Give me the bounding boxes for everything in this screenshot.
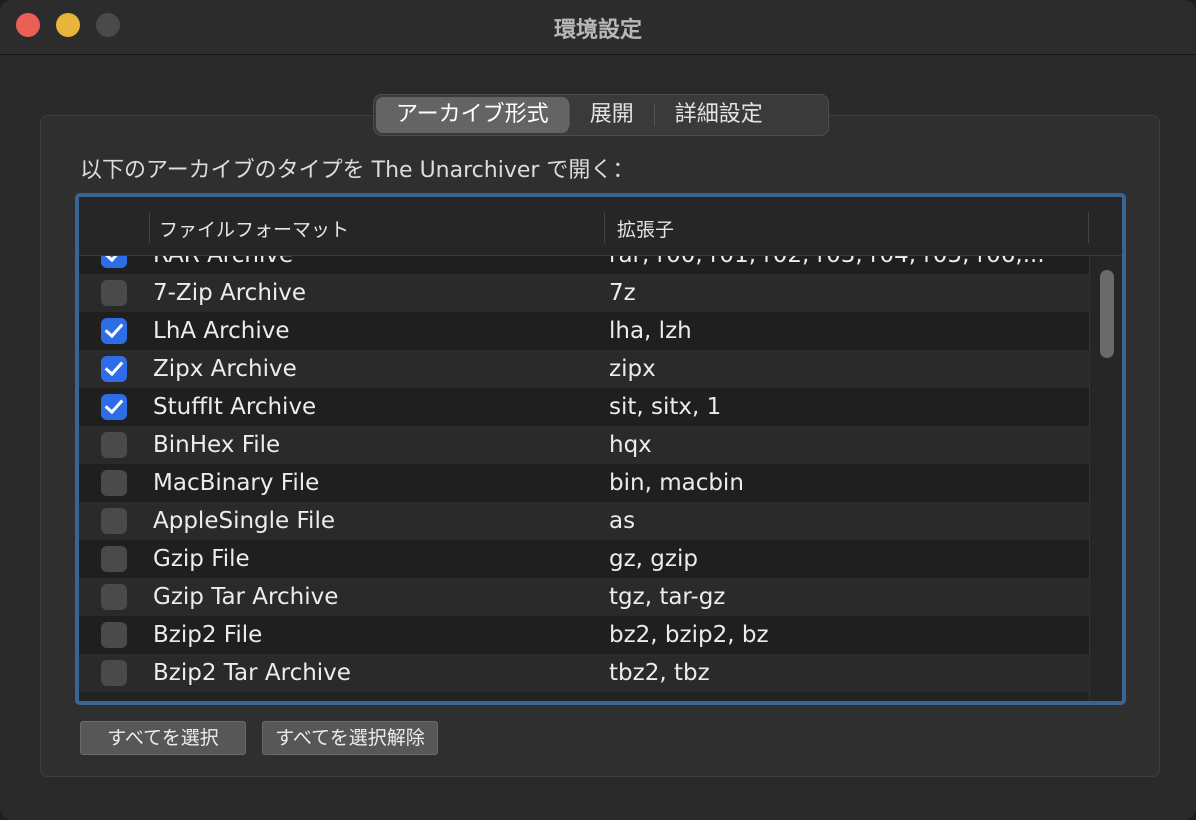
format-checkbox[interactable]	[101, 356, 127, 382]
format-checkbox[interactable]	[101, 584, 127, 610]
format-checkbox[interactable]	[101, 470, 127, 496]
table-row[interactable]: Gzip Tar Archive tgz, tar-gz	[79, 578, 1089, 616]
format-extensions: bin, macbin	[609, 470, 744, 496]
tab-extraction[interactable]: 展開	[570, 97, 654, 133]
tab-bar: アーカイブ形式 展開 詳細設定	[373, 94, 829, 136]
table-row[interactable]: AppleSingle File as	[79, 502, 1089, 540]
format-extensions: rar, r00, r01, r02, r03, r04, r05, r06,.…	[609, 256, 1069, 268]
table-row[interactable]: Gzip File gz, gzip	[79, 540, 1089, 578]
deselect-all-button[interactable]: すべてを選択解除	[262, 721, 438, 755]
column-separator	[1088, 212, 1089, 243]
preferences-window: 環境設定 アーカイブ形式 展開 詳細設定 以下のアーカイブのタイプを The U…	[0, 0, 1196, 820]
format-name: AppleSingle File	[153, 508, 335, 534]
format-extensions: gz, gzip	[609, 546, 698, 572]
column-header-format[interactable]: ファイルフォーマット	[159, 215, 349, 242]
table-row[interactable]: RAR Archive rar, r00, r01, r02, r03, r04,…	[79, 256, 1089, 274]
format-checkbox[interactable]	[101, 394, 127, 420]
format-extensions: lha, lzh	[609, 318, 692, 344]
format-checkbox[interactable]	[101, 432, 127, 458]
format-checkbox[interactable]	[101, 660, 127, 686]
column-separator	[149, 212, 150, 243]
format-extensions: sit, sitx, 1	[609, 394, 722, 420]
format-name: Bzip2 Tar Archive	[153, 660, 351, 686]
table-row[interactable]: MacBinary File bin, macbin	[79, 464, 1089, 502]
window-title: 環境設定	[553, 18, 642, 43]
table-row[interactable]: LhA Archive lha, lzh	[79, 312, 1089, 350]
table-row[interactable]: 7-Zip Archive 7z	[79, 274, 1089, 312]
table-row[interactable]: BinHex File hqx	[79, 426, 1089, 464]
format-extensions: tbz2, tbz	[609, 660, 710, 686]
table-body: RAR Archive rar, r00, r01, r02, r03, r04,…	[79, 256, 1089, 701]
format-extensions: zipx	[609, 356, 656, 382]
format-checkbox[interactable]	[101, 280, 127, 306]
format-checkbox[interactable]	[101, 256, 127, 268]
format-name: Zipx Archive	[153, 356, 297, 382]
format-name: Gzip Tar Archive	[153, 584, 339, 610]
column-separator	[604, 212, 605, 243]
format-checkbox[interactable]	[101, 546, 127, 572]
select-all-button[interactable]: すべてを選択	[80, 721, 246, 755]
format-extensions: hqx	[609, 432, 652, 458]
table-row[interactable]: Bzip2 File bz2, bzip2, bz	[79, 616, 1089, 654]
column-header-extension[interactable]: 拡張子	[617, 215, 674, 242]
format-extensions: as	[609, 508, 636, 534]
table-row[interactable]: Bzip2 Tar Archive tbz2, tbz	[79, 654, 1089, 692]
table-row[interactable]: StuffIt Archive sit, sitx, 1	[79, 388, 1089, 426]
format-name: 7-Zip Archive	[153, 280, 307, 306]
format-name: StuffIt Archive	[153, 394, 317, 420]
format-extensions: bz2, bzip2, bz	[609, 622, 769, 648]
format-name: BinHex File	[153, 432, 281, 458]
format-extensions: tgz, tar-gz	[609, 584, 726, 610]
format-name: Gzip File	[153, 546, 250, 572]
scrollbar-thumb[interactable]	[1100, 270, 1114, 358]
format-name: LhA Archive	[153, 318, 290, 344]
instruction-label: 以下のアーカイブのタイプを The Unarchiver で開く：	[80, 158, 635, 183]
table-header: ファイルフォーマット 拡張子	[79, 197, 1122, 256]
tab-archive-formats[interactable]: アーカイブ形式	[376, 97, 569, 133]
format-table: ファイルフォーマット 拡張子 RAR Archive rar, r00, r01,…	[75, 193, 1126, 705]
tab-advanced[interactable]: 詳細設定	[655, 97, 783, 133]
format-checkbox[interactable]	[101, 622, 127, 648]
table-row[interactable]: Zipx Archive zipx	[79, 350, 1089, 388]
format-name: MacBinary File	[153, 470, 320, 496]
format-checkbox[interactable]	[101, 318, 127, 344]
format-extensions: 7z	[609, 280, 636, 306]
vertical-scrollbar[interactable]	[1089, 256, 1122, 701]
format-checkbox[interactable]	[101, 508, 127, 534]
title-bar: 環境設定	[0, 0, 1196, 55]
format-name: RAR Archive	[153, 256, 293, 268]
format-name: Bzip2 File	[153, 622, 263, 648]
